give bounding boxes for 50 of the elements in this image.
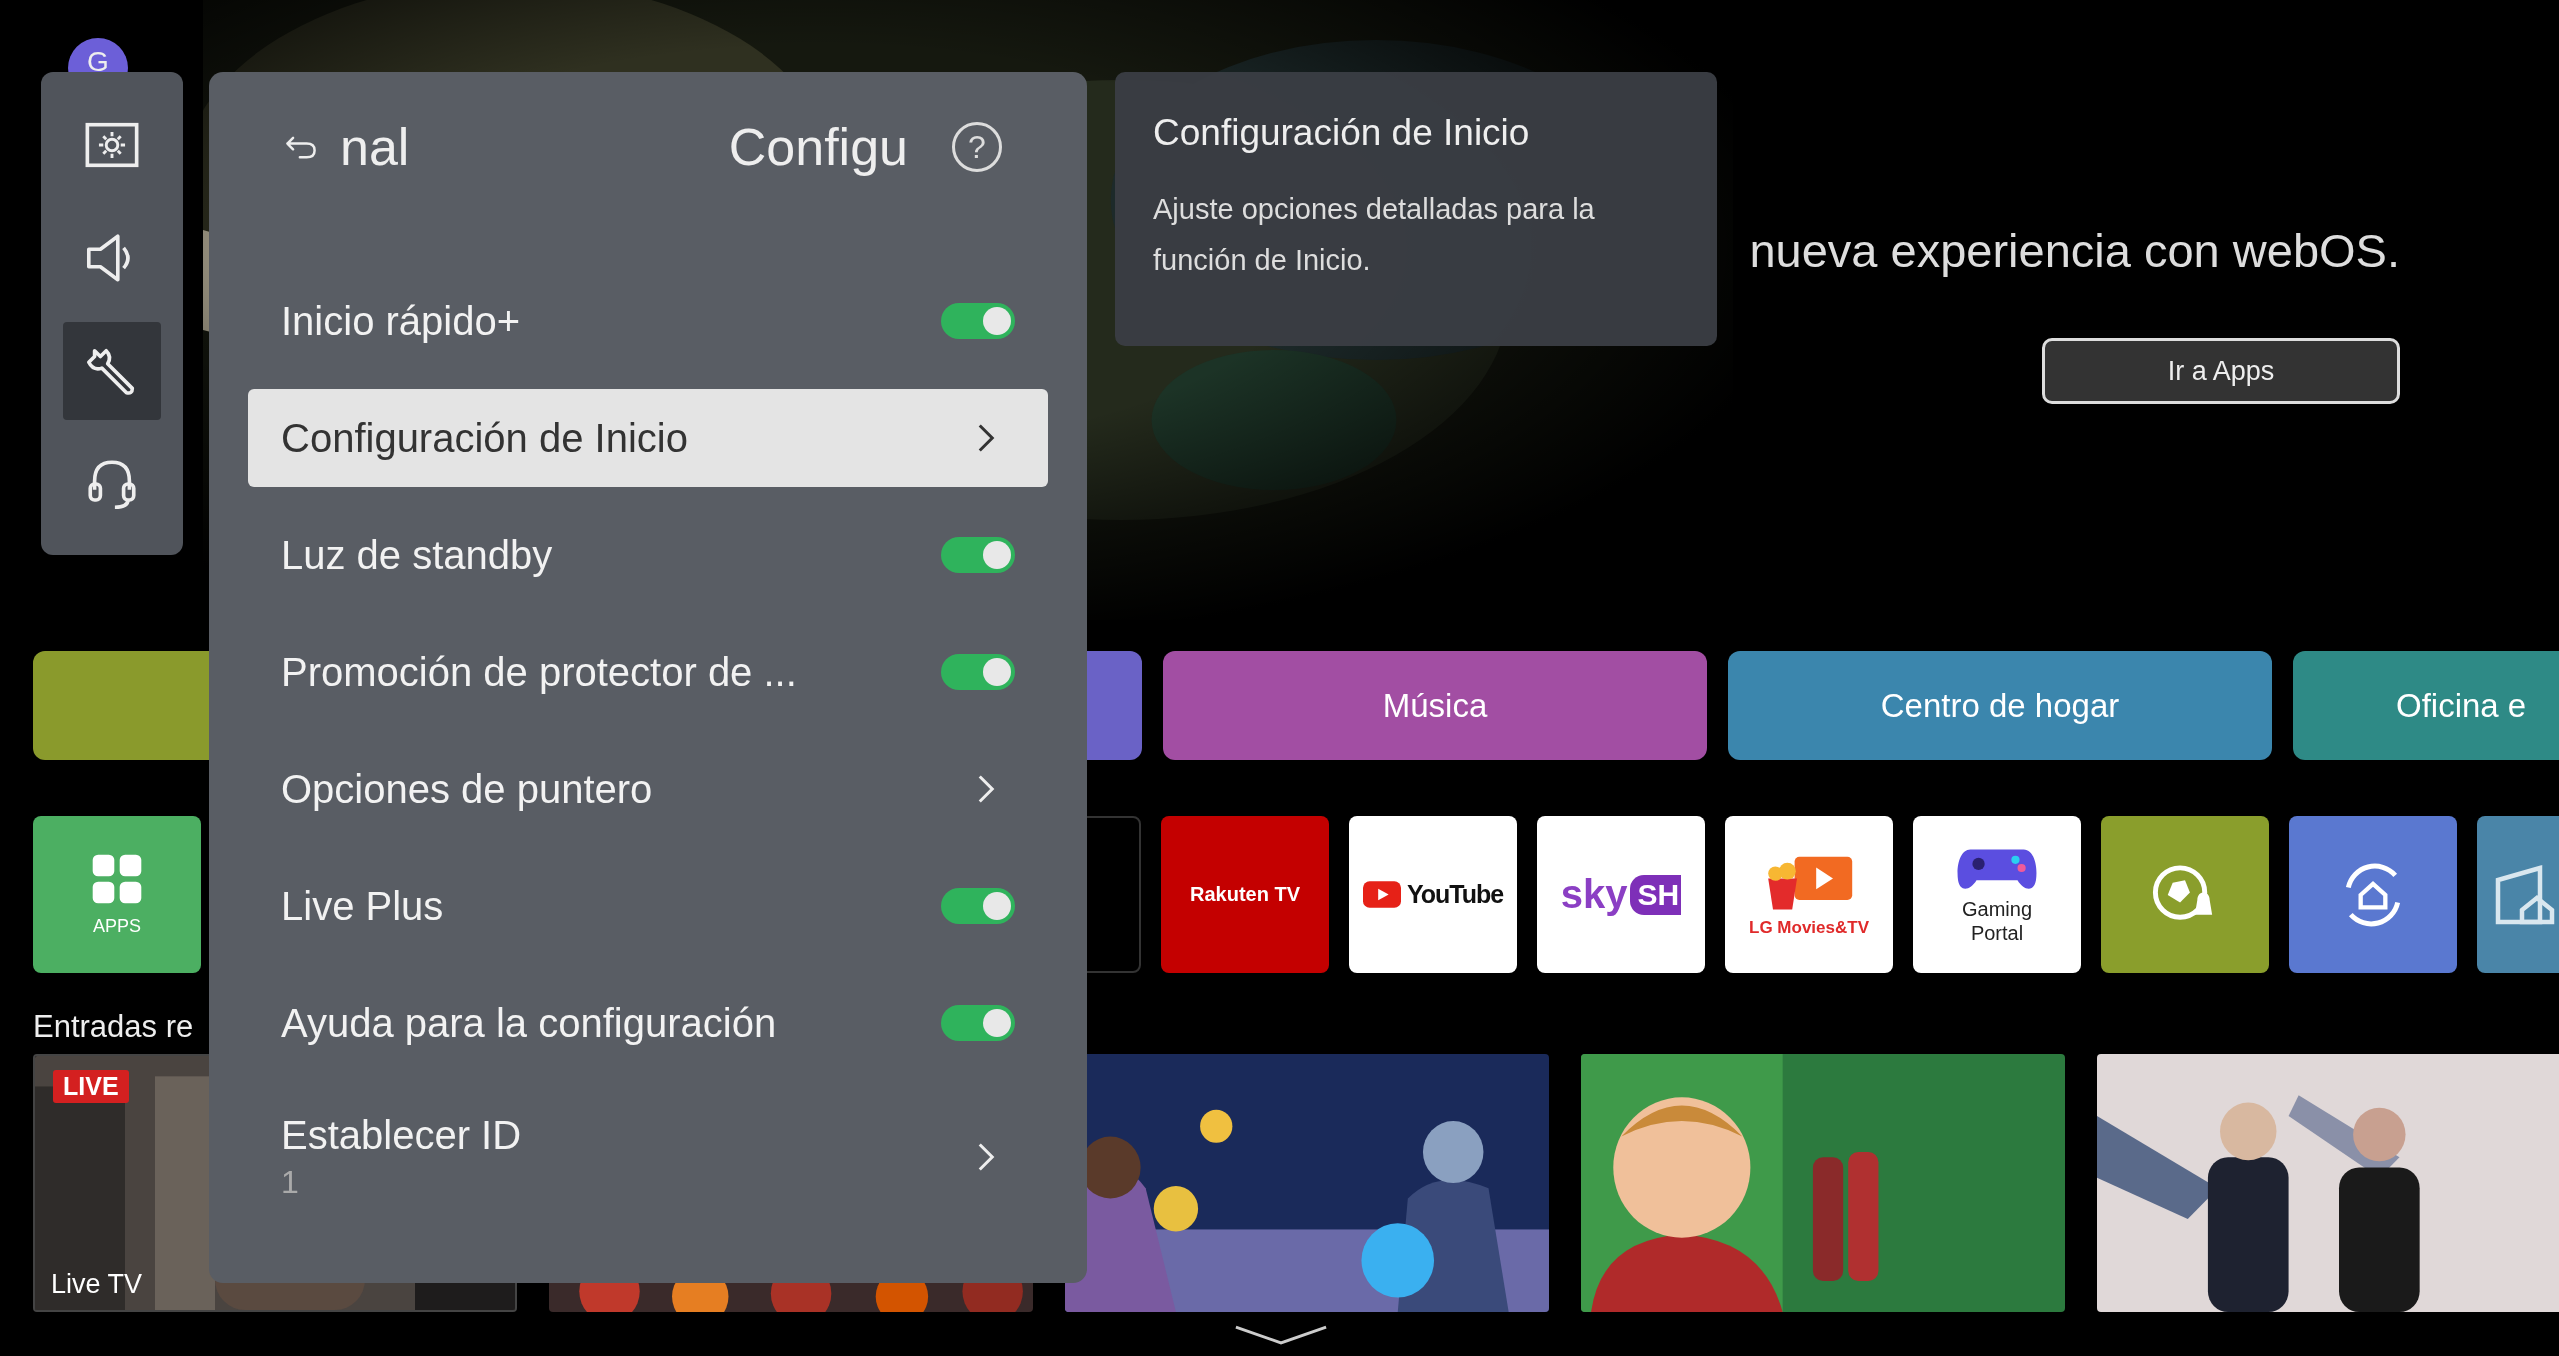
item-label: Inicio rápido+ <box>281 298 521 344</box>
app-tile[interactable]: Gaming Portal <box>1913 816 2081 973</box>
menu-item[interactable]: Establecer ID 1 <box>248 1091 1048 1215</box>
play-icon <box>1362 881 1401 908</box>
item-label: Live Plus <box>281 883 444 929</box>
chevron-right-icon <box>977 774 995 804</box>
hero-headline: nueva experiencia con webOS. <box>1749 223 2400 279</box>
menu-item[interactable]: Promoción de protector de ... <box>248 623 1048 721</box>
toggle-switch[interactable] <box>941 537 1015 573</box>
category-tile[interactable]: Centro de hogar <box>1728 651 2272 760</box>
item-label: Luz de standby <box>281 532 553 578</box>
logo-badge: SH <box>1629 874 1682 915</box>
section-heading: Entradas re <box>33 1008 194 1046</box>
item-label: Opciones de puntero <box>281 766 653 812</box>
item-label: Ayuda para la configuración <box>281 1000 777 1046</box>
item-label: Promoción de protector de ... <box>281 649 797 695</box>
app-tile[interactable]: LG Movies&TV <box>1725 816 1893 973</box>
app-tile[interactable]: Rakuten TV <box>1161 816 1329 973</box>
item-label: Establecer ID <box>281 1113 522 1158</box>
tooltip-text: Ajuste opciones detalladas para la función de Inicio. <box>1153 192 1596 278</box>
channel-label: Live TV <box>51 1269 143 1300</box>
app-tile[interactable] <box>2101 816 2269 973</box>
app-tile[interactable]: YouTube <box>1349 816 1517 973</box>
item-label: Configuración de Inicio <box>281 415 688 461</box>
chevron-right-icon <box>977 423 995 453</box>
toggle-switch[interactable] <box>941 654 1015 690</box>
grid-icon <box>90 852 144 906</box>
sidebar-tab[interactable] <box>63 322 161 420</box>
chevron-right-icon <box>977 1142 995 1172</box>
toggle-switch[interactable] <box>941 1005 1015 1041</box>
category-tile[interactable]: Música <box>1163 651 1707 760</box>
menu-item[interactable]: Configuración de Inicio <box>248 389 1048 487</box>
help-button[interactable]: ? <box>952 122 1002 172</box>
toggle-switch[interactable] <box>941 303 1015 339</box>
toggle-switch[interactable] <box>941 888 1015 924</box>
menu-item[interactable]: Live Plus <box>248 857 1048 955</box>
item-value: 1 <box>281 1164 300 1201</box>
menu-item[interactable]: Opciones de puntero <box>248 740 1048 838</box>
breadcrumb: nal <box>340 117 410 177</box>
go-to-apps-button[interactable]: Ir a Apps <box>2042 338 2400 404</box>
live-badge: LIVE <box>53 1070 129 1103</box>
app-tile[interactable] <box>2289 816 2457 973</box>
category-tile[interactable]: Oficina e <box>2293 651 2559 760</box>
menu-item[interactable]: Inicio rápido+ <box>248 272 1048 370</box>
house-icon <box>2495 864 2555 925</box>
panel-title: Configu <box>728 117 908 177</box>
menu-item[interactable]: Ayuda para la configuración <box>248 974 1048 1072</box>
tooltip-title: Configuración de Inicio <box>1153 112 1531 154</box>
app-tile[interactable]: sky SH <box>1537 816 1705 973</box>
menu-item[interactable]: Luz de standby <box>248 506 1048 604</box>
